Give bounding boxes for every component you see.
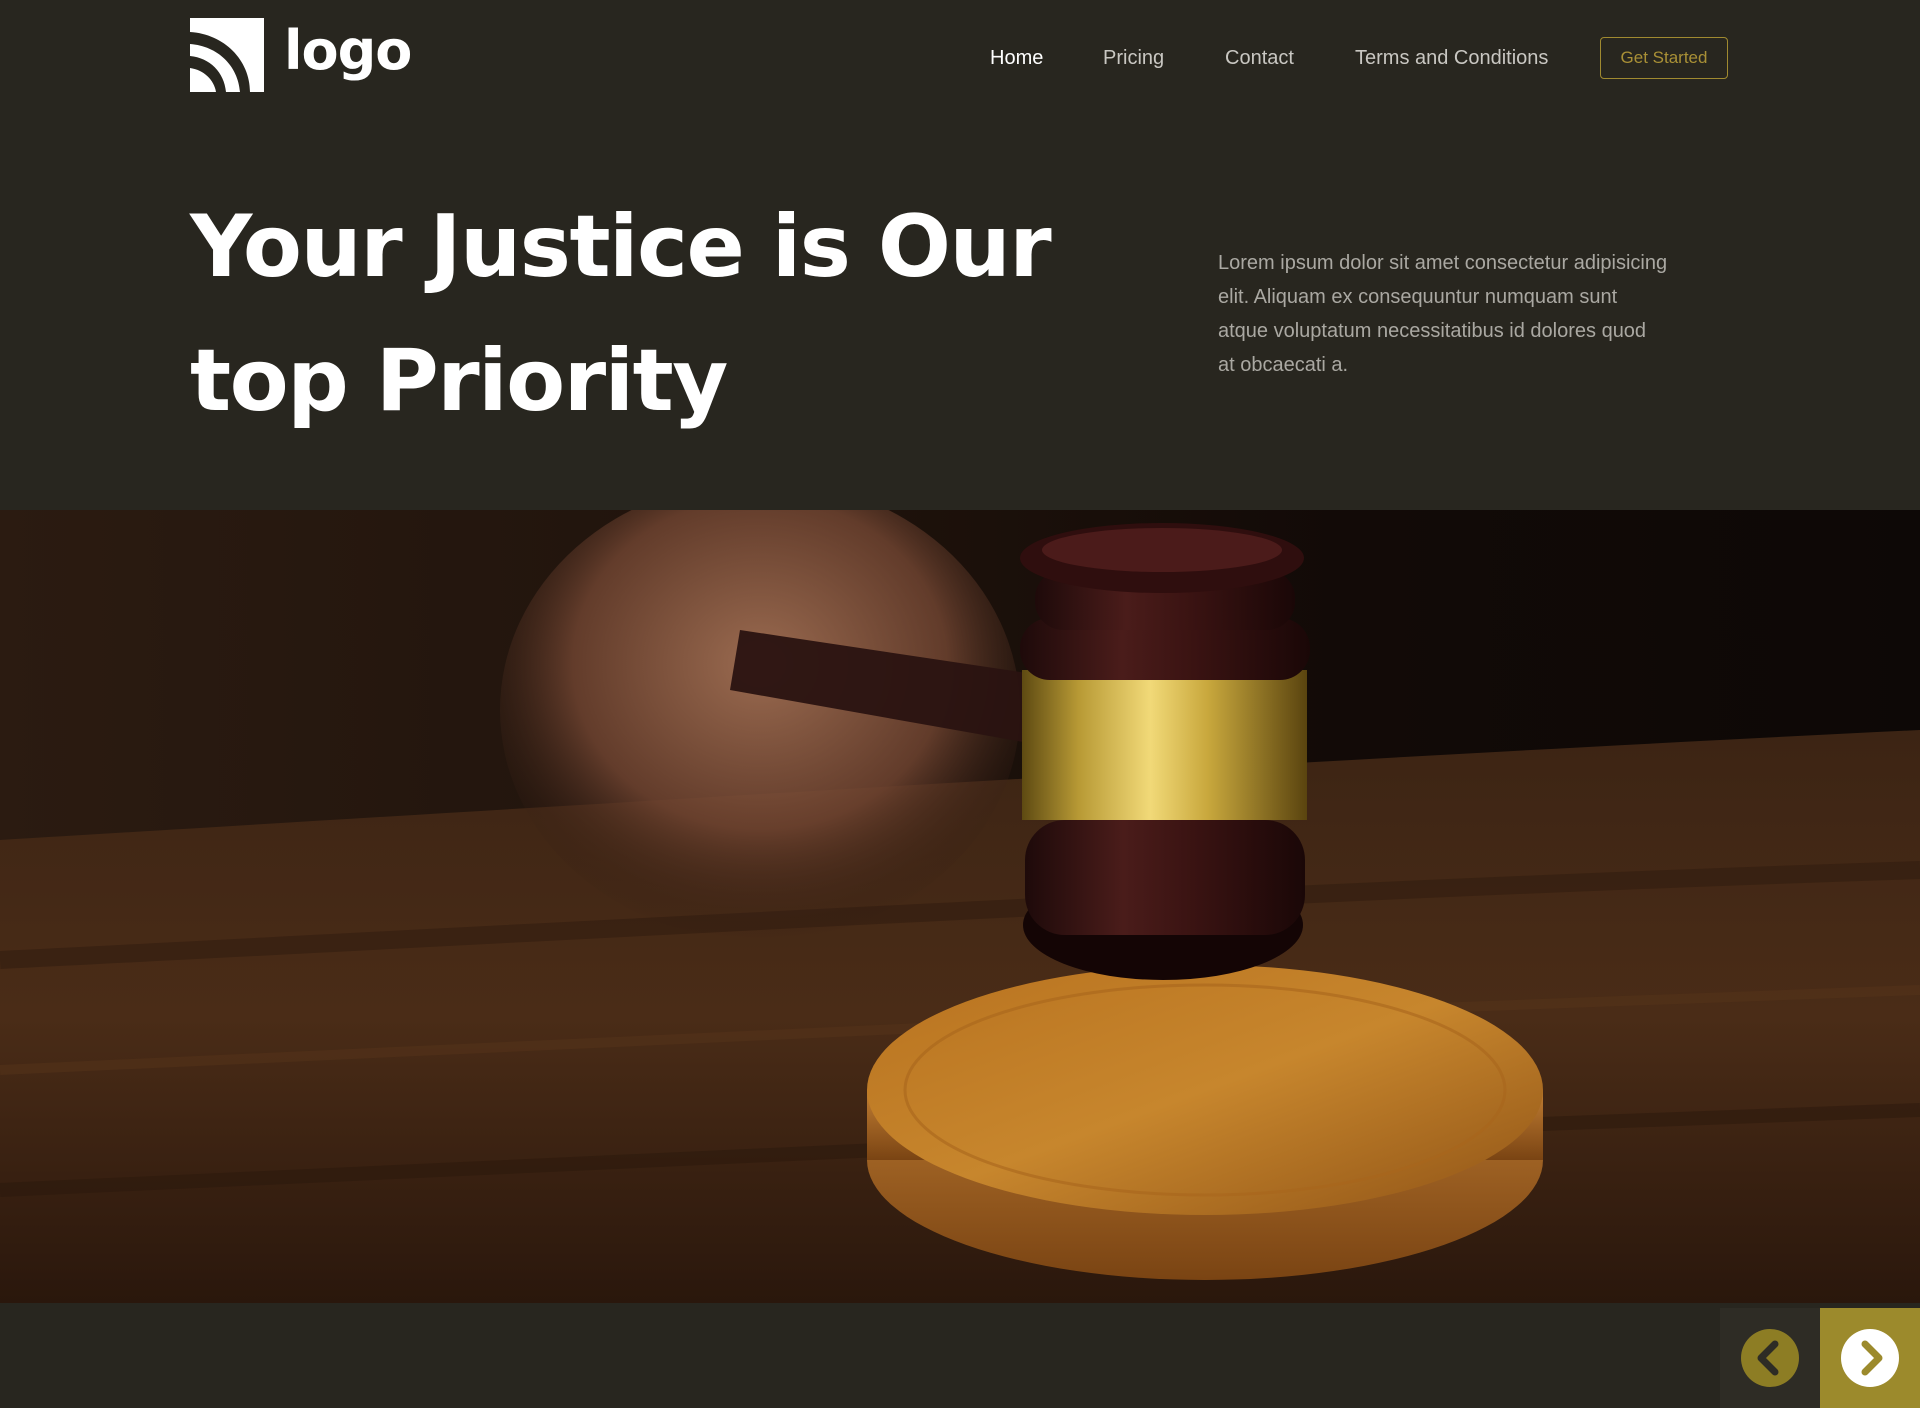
hero-image-gavel — [0, 510, 1920, 1303]
slider-next-button[interactable] — [1820, 1308, 1920, 1408]
hero-title: Your Justice is Our top Priority — [190, 180, 1090, 448]
chevron-left-icon — [1741, 1329, 1799, 1387]
hero-title-line-1: Your Justice is Our — [190, 197, 1052, 297]
gavel-illustration — [0, 510, 1920, 1303]
nav-link-pricing[interactable]: Pricing — [1103, 37, 1164, 79]
get-started-button[interactable]: Get Started — [1600, 37, 1728, 79]
slider-controls — [1720, 1308, 1920, 1408]
hero-title-line-2: top Priority — [190, 331, 728, 431]
nav-link-terms[interactable]: Terms and Conditions — [1355, 37, 1548, 79]
nav-link-contact[interactable]: Contact — [1225, 37, 1294, 79]
slider-prev-button[interactable] — [1720, 1308, 1820, 1408]
nav-link-home[interactable]: Home — [990, 37, 1043, 79]
hero-description: Lorem ipsum dolor sit amet consectetur a… — [1218, 252, 1668, 376]
site-header: logo Home Pricing Contact Terms and Cond… — [0, 0, 1920, 116]
chevron-right-icon — [1841, 1329, 1899, 1387]
